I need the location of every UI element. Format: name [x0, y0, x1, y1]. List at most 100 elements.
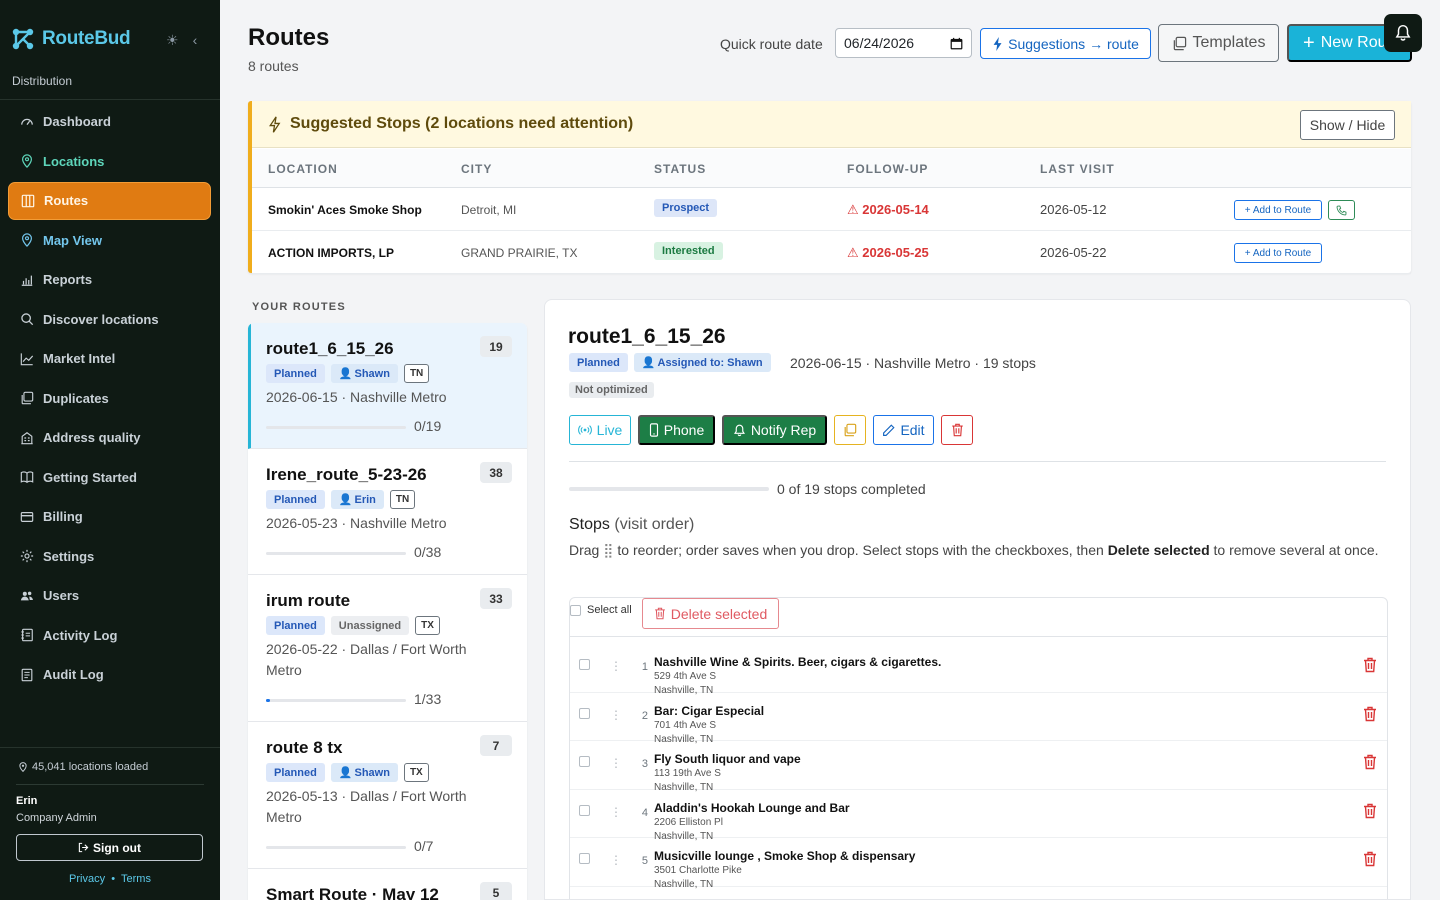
status-badge: Interested [654, 242, 723, 260]
stop-checkbox[interactable] [579, 853, 590, 864]
trash-icon[interactable] [1363, 754, 1377, 770]
stop-address: 529 4th Ave S [654, 671, 717, 682]
sidebar-item-map-view[interactable]: Map View [8, 222, 211, 260]
person-icon: 👤 [641, 357, 656, 369]
brand-name: RouteBud [42, 28, 131, 49]
sidebar-item-getting-started[interactable]: Getting Started [8, 459, 211, 497]
location-name[interactable]: ACTION IMPORTS, LP [268, 246, 394, 260]
edit-route-button[interactable]: Edit [873, 415, 934, 445]
stop-row[interactable]: ⋮ 4 Aladdin's Hookah Lounge and Bar 2206 El… [570, 790, 1387, 842]
sidebar-item-address-quality[interactable]: Address quality [8, 419, 211, 457]
notifications-button[interactable] [1384, 14, 1422, 52]
sidebar-item-billing[interactable]: Billing [8, 498, 211, 536]
sidebar-item-activity-log[interactable]: Activity Log [8, 617, 211, 655]
sidebar-item-dashboard[interactable]: Dashboard [8, 103, 211, 141]
route-progress-bar [266, 552, 406, 555]
optimization-badge: Not optimized [569, 382, 654, 398]
map-pin-icon [19, 762, 27, 772]
collapse-sidebar-icon[interactable]: ‹ [193, 32, 198, 49]
add-to-route-button[interactable]: + Add to Route [1234, 200, 1322, 220]
stop-row[interactable]: ⋮ 1 Nashville Wine & Spirits. Beer, cigars… [570, 644, 1387, 696]
route-actions: Live Phone Notify Rep Edit [569, 415, 973, 445]
assignee-badge: 👤 Erin [330, 490, 384, 509]
sidebar-item-label: Reports [43, 272, 93, 288]
stop-row[interactable]: ⋮ 2 Bar: Cigar Especial 701 4th Ave S Nashvi… [570, 693, 1387, 745]
quick-route-date-input[interactable]: 06/24/2026 [835, 28, 972, 58]
checkbox[interactable] [570, 604, 581, 616]
trash-icon[interactable] [1363, 706, 1377, 722]
drag-handle-icon[interactable]: ⋮ [610, 659, 622, 673]
stop-row[interactable]: ⋮6Belle Meade Premium Cigars [570, 887, 1387, 900]
delete-selected-button[interactable]: Delete selected [642, 598, 779, 629]
page-title: Routes [248, 24, 330, 51]
stop-name: Nashville Wine & Spirits. Beer, cigars &… [654, 655, 942, 669]
stop-checkbox[interactable] [579, 707, 590, 719]
sidebar-item-reports[interactable]: Reports [8, 261, 211, 299]
notify-rep-button[interactable]: Notify Rep [722, 415, 827, 445]
brand[interactable]: RouteBud [12, 28, 131, 50]
stop-row[interactable]: ⋮ 3 Fly South liquor and vape 113 19th Ave … [570, 741, 1387, 793]
sidebar-item-market-intel[interactable]: Market Intel [8, 340, 211, 378]
sign-out-button[interactable]: Sign out [16, 834, 203, 861]
trash-icon [654, 607, 665, 620]
phone-button[interactable]: Phone [638, 415, 715, 445]
route-meta: 2026-05-23 · Nashville Metro [266, 515, 447, 531]
route-card[interactable]: Smart Route · May 12 5 [248, 869, 527, 900]
person-icon: 👤 [338, 368, 353, 380]
bell-icon [1395, 24, 1411, 41]
terms-link[interactable]: Terms [121, 873, 151, 885]
stop-number: 2 [641, 709, 648, 722]
route-card[interactable]: irum route 33 Planned Unassigned TX 2026-05-2… [248, 575, 527, 722]
sidebar-item-label: Dashboard [43, 114, 111, 130]
show-hide-button[interactable]: Show / Hide [1300, 110, 1395, 140]
column-header: FOLLOW-UP [847, 162, 929, 176]
delete-route-button[interactable] [941, 415, 973, 445]
add-to-route-button[interactable]: + Add to Route [1234, 243, 1322, 263]
sidebar-item-settings[interactable]: Settings [8, 538, 211, 576]
stop-name: Fly South liquor and vape [654, 752, 801, 766]
location-name[interactable]: Smokin' Aces Smoke Shop [268, 203, 422, 217]
suggested-table-header: LOCATION CITY STATUS FOLLOW-UP LAST VISIT [252, 149, 1411, 188]
suggestions-to-route-button[interactable]: Suggestions → route [980, 28, 1151, 59]
privacy-link[interactable]: Privacy [69, 873, 105, 885]
route-card[interactable]: route1_6_15_26 19 Planned 👤 Shawn TN 2026-06-1… [248, 323, 527, 449]
drag-handle-icon[interactable]: ⋮ [610, 708, 622, 722]
trash-icon[interactable] [1363, 851, 1377, 867]
select-all-checkbox[interactable]: Select all [570, 604, 632, 616]
user-role: Company Admin [16, 812, 97, 824]
stop-row[interactable]: ⋮ 5 Musicville lounge , Smoke Shop & dispe… [570, 838, 1387, 890]
route-card[interactable]: Irene_route_5-23-26 38 Planned 👤 Erin TN 2026-… [248, 449, 527, 575]
trash-icon[interactable] [1363, 657, 1377, 673]
stop-checkbox[interactable] [579, 659, 590, 670]
trash-icon[interactable] [1363, 803, 1377, 819]
state-badge: TX [415, 616, 440, 635]
route-card[interactable]: route 8 tx 7 Planned 👤 Shawn TX 2026-05-13 · D… [248, 722, 527, 869]
sidebar-item-audit-log[interactable]: Audit Log [8, 656, 211, 694]
drag-handle-icon[interactable]: ⋮ [610, 756, 622, 770]
drag-handle-icon[interactable]: ⋮ [610, 853, 622, 867]
sidebar-item-duplicates[interactable]: Duplicates [8, 380, 211, 418]
calendar-icon [950, 37, 963, 49]
people-icon [20, 591, 33, 601]
live-button[interactable]: Live [569, 415, 631, 445]
stop-number: 3 [641, 758, 648, 770]
last-visit-date: 2026-05-12 [1040, 202, 1107, 217]
stop-checkbox[interactable] [579, 756, 590, 767]
stop-checkbox[interactable] [579, 804, 590, 816]
sidebar-item-locations[interactable]: Locations [8, 143, 211, 181]
drag-handle-icon[interactable]: ⋮ [610, 805, 622, 819]
lightning-icon [269, 115, 281, 133]
sidebar: RouteBud ☀ ‹ Distribution Dashboard Locat… [0, 0, 220, 900]
sidebar-item-discover-locations[interactable]: Discover locations [8, 301, 211, 339]
sidebar-item-label: Users [43, 588, 80, 604]
call-button[interactable] [1328, 200, 1355, 220]
sidebar-item-label: Routes [44, 193, 89, 209]
route-progress-text: 0/7 [414, 838, 434, 854]
sidebar-item-routes[interactable]: Routes [8, 182, 211, 220]
templates-button[interactable]: Templates [1158, 24, 1279, 62]
routebud-logo-icon [12, 28, 34, 50]
duplicate-route-button[interactable] [834, 415, 866, 445]
theme-toggle-icon[interactable]: ☀ [166, 32, 179, 49]
sign-out-icon [78, 842, 89, 853]
sidebar-item-users[interactable]: Users [8, 577, 211, 615]
